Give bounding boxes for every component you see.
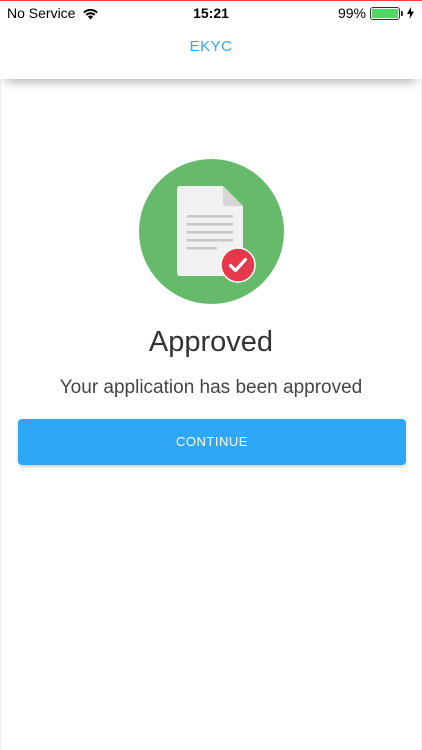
status-title: Approved	[148, 326, 274, 358]
battery-percent: 99%	[337, 5, 366, 21]
charging-icon	[407, 7, 414, 19]
status-bar: No Service 15:21 99%	[0, 0, 422, 26]
checkmark-badge-icon	[220, 247, 256, 283]
status-message: Your application has been approved	[59, 377, 363, 398]
battery-icon	[370, 6, 403, 20]
status-right: 99%	[338, 5, 414, 21]
battery-fill	[372, 8, 398, 18]
approval-illustration	[139, 159, 284, 304]
continue-button[interactable]: CONTINUE	[18, 419, 406, 465]
page-title: EKYC	[189, 38, 233, 55]
nav-header: EKYC	[0, 26, 422, 79]
